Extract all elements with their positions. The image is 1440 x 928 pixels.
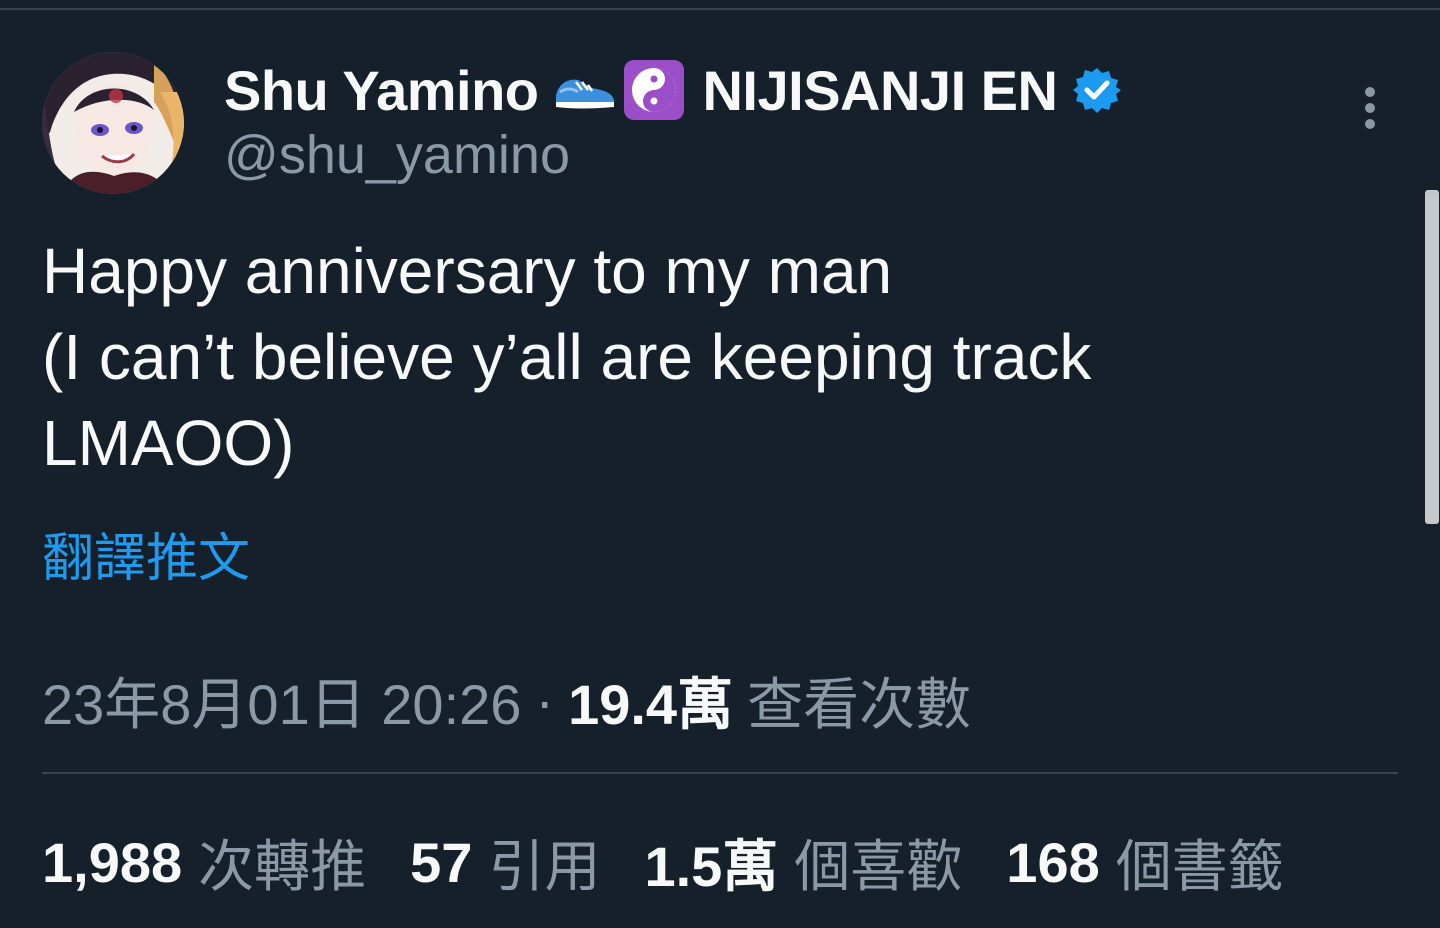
bookmarks-label: 個書籤 xyxy=(1115,835,1284,898)
scrollbar-thumb[interactable] xyxy=(1425,190,1439,524)
translate-tweet-link[interactable]: 翻譯推文 xyxy=(42,516,250,591)
views-count[interactable]: 19.4萬 xyxy=(568,660,733,741)
meta-separator: · xyxy=(535,669,555,732)
tweet-meta: 23年8月01日 20:26 · 19.4萬 查看次數 xyxy=(42,660,971,741)
quotes-label: 引用 xyxy=(488,835,601,898)
author-handle[interactable]: @shu_yamino xyxy=(224,124,570,186)
avatar[interactable] xyxy=(42,52,184,194)
engagement-stats: 1,988 次轉推 57 引用 1.5萬 個喜歡 168 個書籤 xyxy=(42,822,1328,903)
author-name-row[interactable]: Shu Yamino NIJISANJI EN xyxy=(224,56,1122,124)
retweets-stat[interactable]: 1,988 次轉推 xyxy=(42,822,366,903)
likes-stat[interactable]: 1.5萬 個喜歡 xyxy=(644,822,962,903)
stats-divider xyxy=(42,772,1398,774)
avatar-image xyxy=(42,52,184,194)
running-shoe-icon xyxy=(556,79,615,109)
tweet-text: Happy anniversary to my man (I can’t bel… xyxy=(42,228,1342,486)
author-display-name[interactable]: Shu Yamino xyxy=(224,58,539,123)
retweets-count: 1,988 xyxy=(42,831,183,894)
likes-count: 1.5萬 xyxy=(644,835,779,898)
tweet-text-line: (I can’t believe y’all are keeping track xyxy=(42,321,1092,393)
tweet-detail-view: Shu Yamino NIJISANJI EN @shu_yamino Happ… xyxy=(0,0,1440,928)
verified-badge-icon[interactable] xyxy=(1073,66,1122,114)
quotes-count: 57 xyxy=(410,831,473,894)
likes-label: 個喜歡 xyxy=(794,835,963,898)
retweets-label: 次轉推 xyxy=(198,835,367,898)
author-org-name[interactable]: NIJISANJI EN xyxy=(702,58,1058,123)
tweet-text-line: LMAOO) xyxy=(42,407,295,479)
yin-yang-icon xyxy=(624,60,685,120)
timestamp[interactable]: 23年8月01日 20:26 xyxy=(42,660,521,741)
bookmarks-count: 168 xyxy=(1006,831,1100,894)
more-vertical-icon[interactable] xyxy=(1352,82,1388,138)
bookmarks-stat[interactable]: 168 個書籤 xyxy=(1006,822,1283,903)
views-label[interactable]: 查看次數 xyxy=(747,660,971,741)
quotes-stat[interactable]: 57 引用 xyxy=(410,822,600,903)
tweet-text-line: Happy anniversary to my man xyxy=(42,235,893,307)
top-divider xyxy=(0,8,1440,10)
